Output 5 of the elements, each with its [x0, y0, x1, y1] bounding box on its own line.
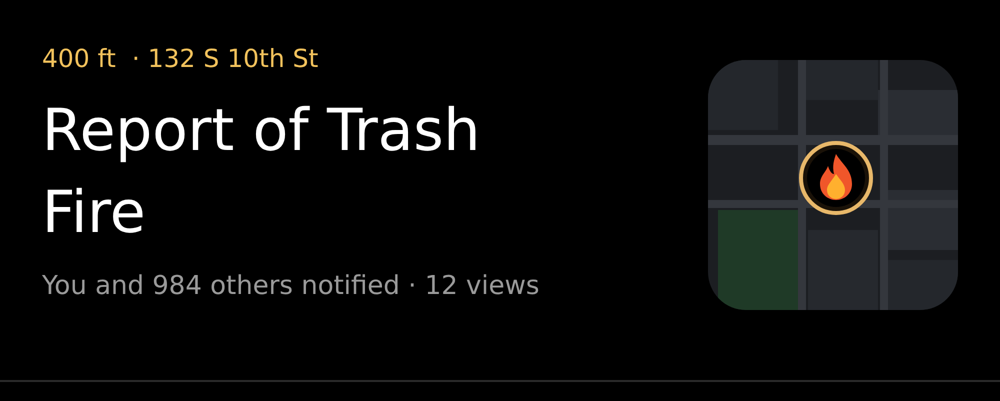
distance-text: 400 ft — [42, 44, 116, 73]
fire-icon — [798, 140, 874, 216]
notification-stats: You and 984 others notified · 12 views — [42, 271, 540, 301]
address-text: · 132 S 10th St — [132, 44, 318, 73]
incident-title: Report of Trash Fire — [42, 95, 482, 248]
